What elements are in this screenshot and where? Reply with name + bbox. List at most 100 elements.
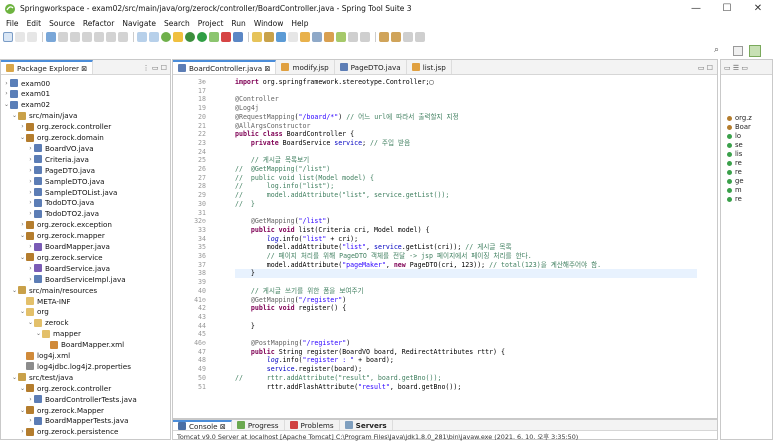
code-line[interactable]: public void register() {	[235, 304, 346, 313]
code-line[interactable]: @RequestMapping("/board/*") // 어느 url에 따…	[235, 113, 459, 122]
chevron-down-icon[interactable]: ⌄	[19, 134, 26, 141]
tree-item[interactable]: ›BoardMapper.java	[1, 242, 110, 252]
chevron-right-icon[interactable]: ›	[27, 178, 34, 185]
spring-icon[interactable]	[161, 32, 171, 42]
chevron-right-icon[interactable]: ›	[27, 243, 34, 250]
chevron-right-icon[interactable]: ›	[19, 428, 26, 435]
chevron-right-icon[interactable]: ›	[27, 156, 34, 163]
chevron-right-icon[interactable]: ›	[27, 276, 34, 283]
resume-icon[interactable]	[70, 32, 80, 42]
tab-boardcontroller[interactable]: BoardController.java ⊠	[173, 60, 276, 74]
chevron-down-icon[interactable]: ⌄	[35, 330, 42, 337]
save-icon[interactable]	[15, 32, 25, 42]
chevron-right-icon[interactable]: ›	[27, 167, 34, 174]
tree-item[interactable]: ›BoardServiceImpl.java	[1, 274, 126, 284]
outline-item[interactable]: lis	[727, 150, 742, 158]
tree-item[interactable]: ›SampleDTOList.java	[1, 187, 117, 197]
code-line[interactable]: // 게시글 목록보기	[235, 156, 309, 165]
code-line[interactable]: public void list(Criteria cri, Model mod…	[235, 226, 430, 235]
code-line[interactable]: model.addAttribute("list", service.getLi…	[235, 243, 512, 252]
menu-window[interactable]: Window	[254, 19, 284, 28]
chevron-right-icon[interactable]: ›	[27, 417, 34, 424]
close-button[interactable]: ✕	[743, 0, 773, 17]
new-class-icon[interactable]	[276, 32, 286, 42]
tree-item[interactable]: ›BoardMapperTests.java	[1, 416, 128, 426]
new-interface-icon[interactable]	[288, 32, 298, 42]
chevron-right-icon[interactable]: ›	[3, 80, 10, 87]
tree-item[interactable]: ›TodoDTO.java	[1, 198, 94, 208]
tab-pagedto[interactable]: PageDTO.java	[335, 60, 407, 74]
code-line[interactable]: // rttr.addAttribute("result", board.get…	[235, 374, 441, 383]
view-menu-icon[interactable]: ⋮ ▭ ☐	[143, 64, 167, 72]
tree-item[interactable]: ›org.zerock.persistence	[1, 427, 118, 437]
save-all-icon[interactable]	[27, 32, 37, 42]
tab-list-jsp[interactable]: list.jsp	[407, 60, 452, 74]
stop-icon[interactable]	[221, 32, 231, 42]
outline-item[interactable]: se	[727, 141, 743, 149]
code-line[interactable]: // public void list(Model model) {	[235, 174, 374, 183]
outline-item[interactable]: re	[727, 195, 742, 203]
code-line[interactable]: log.info("list" + cri);	[235, 235, 358, 244]
tree-item[interactable]: META-INF	[1, 296, 71, 306]
chevron-right-icon[interactable]: ›	[19, 123, 26, 130]
forward-icon[interactable]	[415, 32, 425, 42]
chevron-down-icon[interactable]: ⌄	[11, 374, 18, 381]
code-line[interactable]: // log.info("list");	[235, 182, 334, 191]
outline-tab-icons[interactable]: ▭ ☰ ▭	[724, 64, 748, 72]
code-line[interactable]: // @GetMapping("/list")	[235, 165, 330, 174]
tab-servers[interactable]: Servers	[340, 420, 393, 430]
tree-item[interactable]: ⌄org.zerock.service	[1, 252, 103, 262]
word-wrap-icon[interactable]	[348, 32, 358, 42]
tree-item[interactable]: ›exam00	[1, 78, 50, 88]
new-icon[interactable]	[3, 32, 13, 42]
menu-source[interactable]: Source	[49, 19, 75, 28]
chevron-right-icon[interactable]: ›	[27, 396, 34, 403]
minimize-button[interactable]: —	[681, 0, 711, 17]
outline-item[interactable]: lo	[727, 132, 741, 140]
coverage-icon[interactable]	[209, 32, 219, 42]
code-line[interactable]: rttr.addFlashAttribute("result", board.g…	[235, 383, 461, 392]
next-annotation-icon[interactable]	[379, 32, 389, 42]
chevron-right-icon[interactable]: ›	[27, 199, 34, 206]
tab-problems[interactable]: Problems	[285, 420, 340, 430]
chevron-down-icon[interactable]: ⌄	[19, 385, 26, 392]
maximize-button[interactable]: ☐	[712, 0, 742, 17]
menu-help[interactable]: Help	[291, 19, 308, 28]
chevron-down-icon[interactable]: ⌄	[19, 308, 26, 315]
tree-item[interactable]: ›TodoDTO2.java	[1, 209, 99, 219]
tree-item[interactable]: ›BoardControllerTests.java	[1, 394, 137, 404]
code-line[interactable]: @PostMapping("/register")	[235, 339, 350, 348]
code-line[interactable]: // model.addAttribute("list", service.ge…	[235, 191, 449, 200]
skip-breakpoints-icon[interactable]	[58, 32, 68, 42]
show-whitespace-icon[interactable]	[360, 32, 370, 42]
menu-file[interactable]: File	[6, 19, 19, 28]
boot-dashboard-icon[interactable]	[173, 32, 183, 42]
code-line[interactable]: }	[235, 322, 255, 331]
code-line[interactable]: service.register(board);	[235, 365, 362, 374]
chevron-down-icon[interactable]: ⌄	[19, 232, 26, 239]
tree-item[interactable]: ⌄exam02	[1, 100, 50, 110]
tree-item[interactable]: ⌄mapper	[1, 329, 81, 339]
run-icon[interactable]	[197, 32, 207, 42]
chevron-right-icon[interactable]: ›	[27, 189, 34, 196]
tab-console[interactable]: Console ⊠	[173, 420, 232, 430]
tree-item[interactable]: ›org.zerock.controller	[1, 122, 111, 132]
tree-item[interactable]: ⌄zerock	[1, 318, 69, 328]
code-line[interactable]: @AllArgsConstructor	[235, 122, 310, 131]
tree-item[interactable]: ›exam01	[1, 89, 50, 99]
code-line[interactable]: public class BoardController {	[235, 130, 354, 139]
tree-item[interactable]: ⌄src/test/java	[1, 372, 73, 382]
chevron-right-icon[interactable]: ›	[27, 145, 34, 152]
open-perspective-icon[interactable]	[733, 46, 743, 56]
menu-search[interactable]: Search	[164, 19, 190, 28]
tree-item[interactable]: ⌄org.zerock.domain	[1, 133, 104, 143]
outline-item[interactable]: Boar	[727, 123, 751, 131]
code-line[interactable]: import org.springframework.stereotype.Co…	[235, 78, 434, 87]
code-line[interactable]: public String register(BoardVO board, Re…	[235, 348, 505, 357]
tree-item[interactable]: ›org.zerock.service	[1, 438, 103, 439]
annotation-icon[interactable]	[324, 32, 334, 42]
chevron-down-icon[interactable]: ⌄	[11, 112, 18, 119]
tree-item[interactable]: ⌄src/main/resources	[1, 285, 97, 295]
minimize-maximize-icon[interactable]: ▭ ☐	[698, 64, 713, 72]
code-line[interactable]: }	[235, 269, 697, 278]
